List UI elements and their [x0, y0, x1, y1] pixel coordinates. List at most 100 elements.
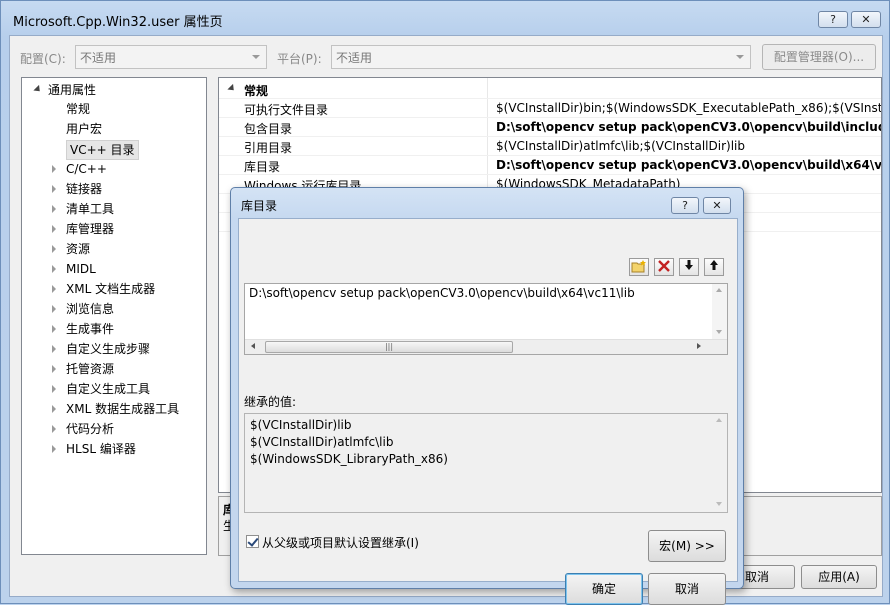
config-select[interactable]: 不适用: [75, 45, 267, 69]
grid-row[interactable]: 可执行文件目录 $(VCInstallDir)bin;$(WindowsSDK_E…: [219, 99, 882, 118]
dialog-title: 库目录: [241, 199, 278, 213]
config-label: 配置(C):: [20, 52, 66, 66]
expand-arrow-icon[interactable]: [52, 285, 56, 293]
expanded-arrow-icon: [33, 84, 43, 95]
macro-button[interactable]: 宏(M) >>: [648, 530, 726, 562]
grid-row-name: 可执行文件目录: [244, 103, 329, 117]
delete-line-button[interactable]: [654, 258, 674, 276]
arrow-down-icon: [685, 260, 693, 270]
directory-list[interactable]: D:\soft\opencv setup pack\openCV3.0\open…: [244, 283, 728, 355]
tree-item-label: 自定义生成步骤: [66, 342, 151, 356]
tree-item-label: 浏览信息: [66, 302, 115, 316]
grid-row-value: $(VCInstallDir)bin;$(WindowsSDK_Executab…: [496, 101, 882, 115]
expand-arrow-icon[interactable]: [52, 445, 56, 453]
grid-category-label: 常规: [244, 84, 269, 98]
expand-arrow-icon[interactable]: [52, 225, 56, 233]
grid-row-value: D:\soft\opencv setup pack\openCV3.0\open…: [496, 158, 882, 172]
expand-arrow-icon[interactable]: [52, 305, 56, 313]
tree-item-label: 托管资源: [66, 362, 115, 376]
dialog-client: D:\soft\opencv setup pack\openCV3.0\open…: [238, 218, 738, 605]
tree-item-label: VC++ 目录: [66, 140, 139, 160]
expand-arrow-icon[interactable]: [52, 385, 56, 393]
expand-arrow-icon[interactable]: [52, 325, 56, 333]
new-line-button[interactable]: [629, 258, 649, 276]
expanded-arrow-icon: [227, 83, 237, 94]
tree-item-label: 库管理器: [66, 222, 115, 236]
list-vertical-scrollbar[interactable]: [712, 284, 727, 340]
grid-row-name: 包含目录: [244, 122, 293, 136]
expand-arrow-icon[interactable]: [52, 265, 56, 273]
dialog-cancel-button[interactable]: 取消: [648, 573, 726, 605]
expand-arrow-icon[interactable]: [52, 345, 56, 353]
inherit-checkbox[interactable]: [246, 535, 259, 548]
window-title: Microsoft.Cpp.Win32.user 属性页: [13, 15, 223, 30]
grid-category-row[interactable]: 常规: [219, 80, 881, 99]
ok-button[interactable]: 确定: [565, 573, 643, 605]
chevron-down-icon: [252, 55, 260, 59]
inherited-values-label: 继承的值:: [244, 395, 297, 409]
grid-row[interactable]: 引用目录 $(VCInstallDir)atlmfc\lib;$(VCInstal…: [219, 137, 881, 156]
arrow-up-icon: [710, 260, 718, 270]
apply-button[interactable]: 应用(A): [801, 565, 877, 589]
expand-arrow-icon[interactable]: [52, 425, 56, 433]
platform-select-value: 不适用: [336, 51, 373, 65]
expand-arrow-icon[interactable]: [52, 245, 56, 253]
grid-row-value: D:\soft\opencv setup pack\openCV3.0\open…: [496, 120, 882, 134]
inherited-value-line: $(VCInstallDir)lib: [250, 418, 352, 432]
tree-item-label: HLSL 编译器: [66, 442, 136, 456]
expand-arrow-icon[interactable]: [52, 205, 56, 213]
platform-select[interactable]: 不适用: [331, 45, 751, 69]
expand-arrow-icon[interactable]: [52, 365, 56, 373]
dialog-close-button[interactable]: ✕: [703, 197, 731, 214]
property-pages-window: Microsoft.Cpp.Win32.user 属性页 ? ✕ 配置(C): …: [0, 0, 890, 605]
tree-item-label: 代码分析: [66, 422, 115, 436]
inherit-checkbox-label[interactable]: 从父级或项目默认设置继承(I): [262, 534, 419, 551]
list-horizontal-scrollbar[interactable]: |||: [245, 339, 727, 354]
new-folder-icon: [631, 260, 646, 273]
library-directories-dialog: 库目录 ? ✕ D:\soft\opencv setup pack\openCV…: [230, 187, 744, 605]
help-icon[interactable]: ?: [818, 11, 848, 28]
platform-label: 平台(P):: [277, 52, 322, 66]
config-select-value: 不适用: [80, 51, 117, 65]
tree-item-label: 链接器: [66, 182, 103, 196]
dialog-help-icon[interactable]: ?: [671, 197, 699, 214]
tree-root-label: 通用属性: [48, 83, 97, 97]
close-window-button[interactable]: ✕: [851, 11, 881, 28]
move-up-button[interactable]: [704, 258, 724, 276]
tree-item-label: XML 数据生成器工具: [66, 402, 180, 416]
scroll-up-icon[interactable]: [716, 288, 722, 292]
delete-icon: [658, 260, 670, 272]
tree-item-label: C/C++: [66, 162, 107, 176]
expand-arrow-icon[interactable]: [52, 405, 56, 413]
tree-item-label: 用户宏: [66, 122, 103, 136]
config-manager-button[interactable]: 配置管理器(O)...: [762, 44, 876, 70]
tree-item-label: MIDL: [66, 262, 96, 276]
grid-row-value: $(VCInstallDir)atlmfc\lib;$(VCInstallDir…: [496, 139, 745, 153]
tree-item-label: 资源: [66, 242, 91, 256]
expand-arrow-icon[interactable]: [52, 165, 56, 173]
scroll-up-icon[interactable]: [716, 418, 722, 422]
tree-item-label: 清单工具: [66, 202, 115, 216]
scroll-left-icon[interactable]: [251, 343, 255, 349]
scroll-down-icon[interactable]: [716, 502, 722, 506]
grid-row[interactable]: 库目录 D:\soft\opencv setup pack\openCV3.0\o…: [219, 156, 882, 175]
settings-tree: 通用属性 常规用户宏 VC++ 目录 C/C++ 链接器清单工具库管理器资源 MIDL X…: [21, 77, 207, 555]
horizontal-scroll-thumb[interactable]: |||: [265, 341, 513, 353]
inherited-value-line: $(VCInstallDir)atlmfc\lib: [250, 435, 394, 449]
inherited-value-line: $(WindowsSDK_LibraryPath_x86): [250, 452, 448, 466]
move-down-button[interactable]: [679, 258, 699, 276]
grid-row-name: 引用目录: [244, 141, 293, 155]
scroll-down-icon[interactable]: [716, 330, 722, 334]
grid-row-name: 库目录: [244, 160, 281, 174]
scroll-right-icon[interactable]: [697, 343, 701, 349]
directory-entry[interactable]: D:\soft\opencv setup pack\openCV3.0\open…: [249, 286, 635, 300]
chevron-down-icon: [736, 55, 744, 59]
inherited-values-box: $(VCInstallDir)lib $(VCInstallDir)atlmfc…: [244, 413, 728, 513]
tree-item-label: 自定义生成工具: [66, 382, 151, 396]
expand-arrow-icon[interactable]: [52, 185, 56, 193]
inherited-vertical-scrollbar[interactable]: [712, 414, 727, 512]
tree-item-label: XML 文档生成器: [66, 282, 156, 296]
grid-row[interactable]: 包含目录 D:\soft\opencv setup pack\openCV3.0\…: [219, 118, 882, 137]
tree-item-label: 生成事件: [66, 322, 115, 336]
tree-item-label: 常规: [66, 102, 91, 116]
